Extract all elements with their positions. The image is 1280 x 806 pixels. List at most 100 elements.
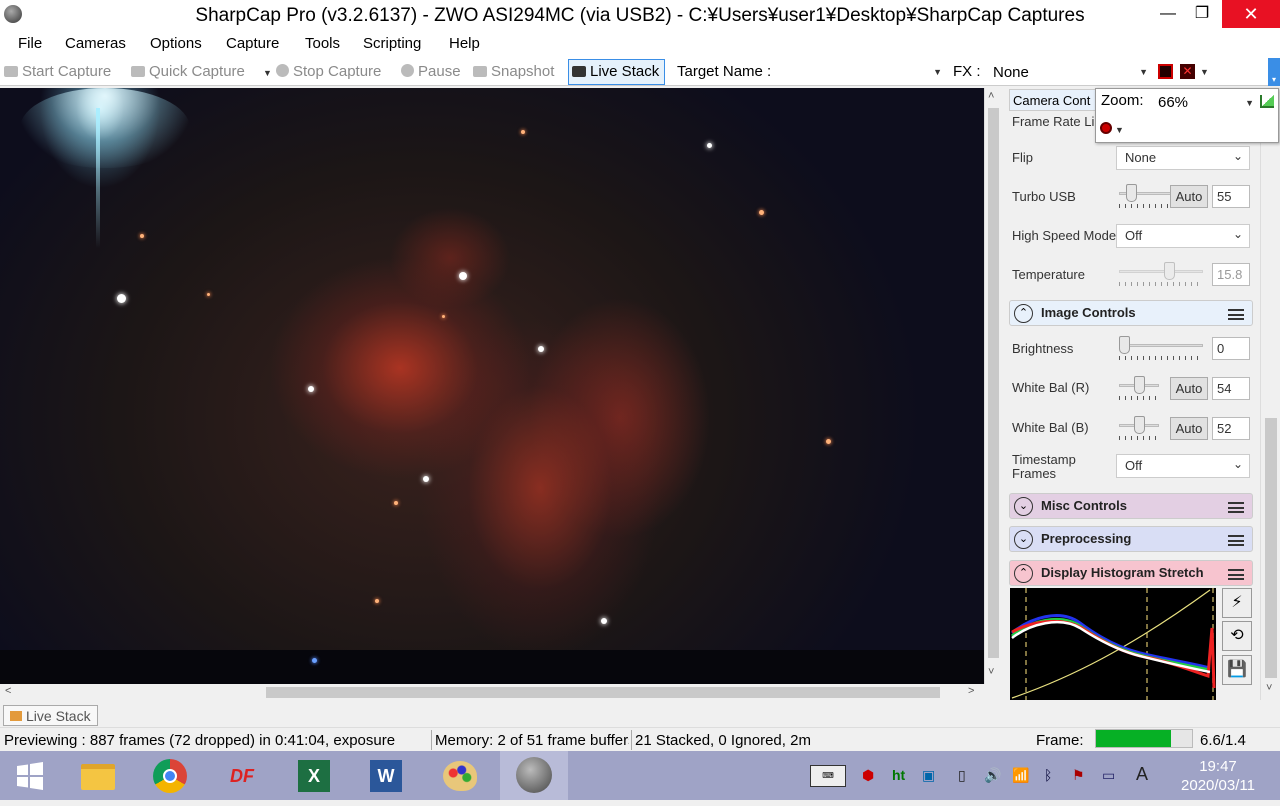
panel-vertical-scrollbar[interactable]: ˅ [1260,88,1280,700]
panel-scroll-thumb[interactable] [1265,418,1277,678]
taskbar-clock[interactable]: 19:47 2020/03/11 [1168,757,1268,795]
collapse-icon[interactable]: ⌃ [1014,564,1033,583]
ht-tray-icon[interactable]: ht [892,767,905,783]
scroll-right-icon[interactable]: > [968,685,974,697]
target-name-combo[interactable]: ▼ [788,61,946,83]
scroll-down-icon[interactable]: ˅ [988,666,994,678]
sharpcap-taskbar-active[interactable] [500,751,568,800]
word-label: W [370,760,402,792]
auto-stretch-lightning-icon[interactable]: ⚡ [1222,588,1252,618]
scroll-left-icon[interactable]: < [5,685,11,697]
signal-icon[interactable]: 📶 [1012,767,1029,784]
horizontal-scroll-thumb[interactable] [266,687,940,698]
expand-icon[interactable]: ⌄ [1014,497,1033,516]
flip-select[interactable]: None ⌄ [1116,146,1250,170]
preprocessing-section[interactable]: ⌄ Preprocessing [1009,526,1253,552]
chrome-icon[interactable] [148,755,192,797]
menu-icon[interactable] [1228,502,1244,513]
touch-keyboard-icon[interactable]: ⌨ [810,765,846,787]
high-speed-mode-select[interactable]: Off ⌄ [1116,224,1250,248]
timestamp-frames-select[interactable]: Off ⌄ [1116,454,1250,478]
white-bal-r-auto-button[interactable]: Auto [1170,377,1208,400]
image-bottom-band [0,650,984,684]
menu-cameras[interactable]: Cameras [65,35,126,52]
reset-stretch-icon[interactable]: ⟲ [1222,621,1252,651]
chevron-down-icon: ⌄ [1232,227,1243,241]
display-histogram-stretch-section[interactable]: ⌃ Display Histogram Stretch [1009,560,1253,586]
image-vertical-scrollbar[interactable]: ˄ ˅ [984,88,1001,684]
reticle-icon[interactable] [1158,64,1173,79]
scroll-down-icon[interactable]: ˅ [1266,682,1272,694]
magnifier-icon[interactable] [1100,122,1112,134]
brightness-slider[interactable] [1119,336,1203,360]
fx-dropdown-icon[interactable]: ▼ [1200,67,1209,77]
menu-help[interactable]: Help [449,35,480,52]
paint-icon[interactable] [438,755,482,797]
tab-live-stack[interactable]: Live Stack [3,705,98,726]
collapse-icon[interactable]: ⌃ [1014,304,1033,323]
maximize-button[interactable]: ❐ [1180,0,1224,28]
image-controls-section[interactable]: ⌃ Image Controls [1009,300,1253,326]
white-bal-b-value[interactable]: 52 [1212,417,1250,440]
white-bal-r-slider[interactable] [1119,376,1159,400]
slider-knob[interactable] [1134,376,1145,394]
star [759,210,764,215]
magnifier-dropdown-icon[interactable]: ▼ [1115,125,1124,135]
df-app-icon[interactable]: DF [220,755,264,797]
slider-knob[interactable] [1126,184,1137,202]
menu-scripting[interactable]: Scripting [363,35,421,52]
star [394,501,398,505]
misc-controls-section[interactable]: ⌄ Misc Controls [1009,493,1253,519]
pause-button[interactable]: Pause [401,63,461,80]
toolbar-overflow-button[interactable]: ▾ [1268,58,1280,86]
menu-icon[interactable] [1228,309,1244,320]
live-image-view[interactable] [0,88,984,684]
temperature-label: Temperature [1012,267,1085,282]
white-bal-r-value[interactable]: 54 [1212,377,1250,400]
turbo-usb-auto-button[interactable]: Auto [1170,185,1208,208]
volume-icon[interactable]: 🔊 [984,767,1001,784]
snapshot-button[interactable]: Snapshot [473,63,554,80]
menu-tools[interactable]: Tools [305,35,340,52]
file-explorer-icon[interactable] [76,755,120,797]
menu-icon[interactable] [1228,535,1244,546]
quick-capture-button[interactable]: Quick Capture [131,63,245,80]
fx-combo[interactable]: None ▼ [990,61,1152,83]
menu-options[interactable]: Options [150,35,202,52]
word-icon[interactable]: W [364,755,408,797]
start-capture-button[interactable]: Start Capture [4,63,111,80]
windows-start-icon[interactable] [8,755,52,797]
stop-capture-button[interactable]: Stop Capture [276,63,381,80]
ime-indicator[interactable]: A [1136,764,1148,785]
live-stack-button[interactable]: Live Stack [568,59,666,85]
zoom-select[interactable]: 66% ▼ [1154,92,1254,114]
battery-icon[interactable]: ▯ [958,767,966,784]
slider-knob[interactable] [1134,416,1145,434]
display-tray-icon[interactable]: ▭ [1102,767,1115,784]
slider-knob[interactable] [1119,336,1130,354]
expand-icon[interactable]: ⌄ [1014,530,1033,549]
close-button[interactable]: ✕ [1222,0,1280,28]
menu-file[interactable]: File [18,35,42,52]
bluetooth-icon[interactable]: ᛒ [1044,767,1052,783]
histogram-toggle-icon[interactable] [1260,95,1274,108]
excel-icon[interactable]: X [292,755,336,797]
action-center-flag-icon[interactable]: ⚑ [1072,767,1085,784]
acrobat-tray-icon[interactable]: ⬢ [862,767,874,784]
menu-icon[interactable] [1228,569,1244,580]
image-horizontal-scrollbar[interactable]: < > [0,684,984,701]
crosshair-icon[interactable]: ✕ [1180,64,1195,79]
brightness-value[interactable]: 0 [1212,337,1250,360]
scroll-up-icon[interactable]: ˄ [988,90,994,102]
zoom-value: 66% [1158,94,1189,111]
menu-capture[interactable]: Capture [226,35,279,52]
white-bal-b-auto-button[interactable]: Auto [1170,417,1208,440]
quick-capture-dropdown-icon[interactable]: ▼ [263,68,272,78]
pause-icon [401,64,414,77]
network-app-tray-icon[interactable]: ▣ [922,767,935,784]
vertical-scroll-thumb[interactable] [988,108,999,658]
white-bal-b-slider[interactable] [1119,416,1159,440]
turbo-usb-value[interactable]: 55 [1212,185,1250,208]
save-stretch-icon[interactable]: 💾 [1222,655,1252,685]
histogram-display[interactable] [1010,588,1216,700]
